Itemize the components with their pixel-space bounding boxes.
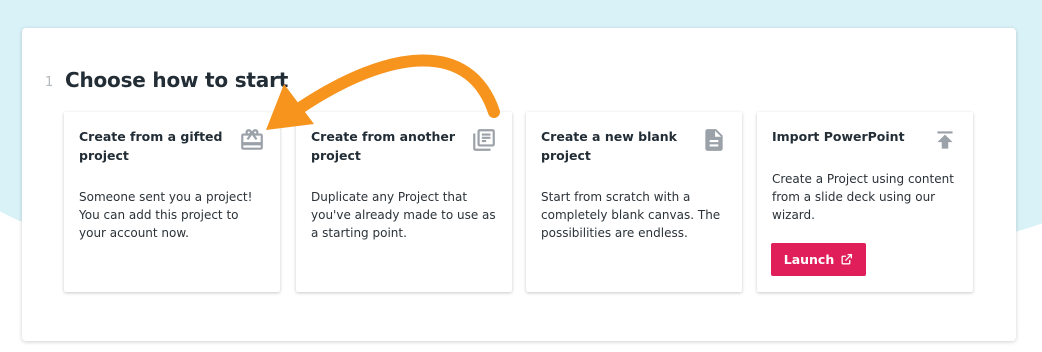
- card-description: Someone sent you a project! You can add …: [79, 190, 253, 240]
- card-title: Create a new blank project: [541, 129, 677, 163]
- launch-button[interactable]: Launch: [771, 243, 866, 276]
- card-description: Duplicate any Project that you've alread…: [311, 190, 496, 240]
- step-number: 1: [45, 75, 54, 90]
- card-title: Create from a gifted project: [79, 129, 223, 163]
- card-description: Create a Project using content from a sl…: [772, 172, 954, 222]
- card-import-powerpoint: Import PowerPoint Create a Project using…: [757, 112, 973, 292]
- library-books-icon: [471, 127, 497, 153]
- section-heading: Choose how to start: [65, 68, 289, 92]
- document-icon: [701, 127, 727, 153]
- card-another-project[interactable]: Create from another project Duplicate an…: [296, 112, 512, 292]
- card-blank-project[interactable]: Create a new blank project Start from sc…: [526, 112, 742, 292]
- card-gifted-project[interactable]: Create from a gifted project Someone sen…: [64, 112, 280, 292]
- upload-icon: [932, 127, 958, 153]
- external-link-icon: [840, 253, 853, 266]
- card-title: Import PowerPoint: [772, 129, 905, 144]
- gift-icon: [239, 127, 265, 153]
- card-description: Start from scratch with a completely bla…: [541, 190, 721, 240]
- card-title: Create from another project: [311, 129, 456, 163]
- page: 1 Choose how to start Create from a gift…: [0, 0, 1042, 352]
- choose-start-panel: 1 Choose how to start Create from a gift…: [22, 28, 1016, 341]
- launch-button-label: Launch: [783, 252, 835, 267]
